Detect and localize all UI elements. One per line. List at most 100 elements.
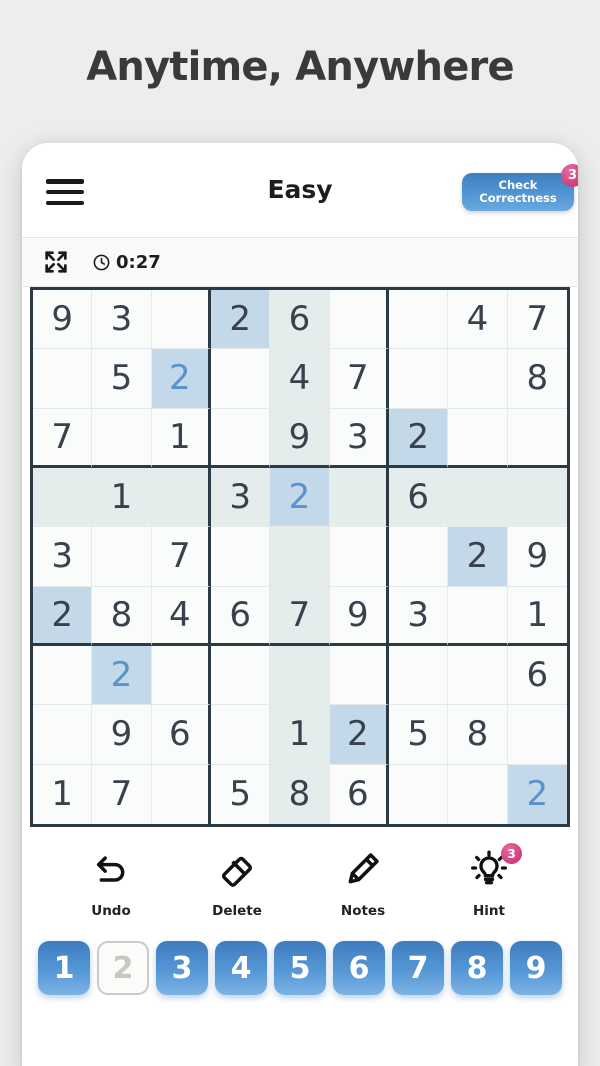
sudoku-cell[interactable]	[151, 764, 211, 824]
sudoku-cell[interactable]	[210, 527, 271, 587]
numpad-key-1[interactable]: 1	[38, 941, 90, 995]
sudoku-cell[interactable]: 1	[151, 408, 211, 468]
sudoku-cell[interactable]: 2	[151, 349, 211, 409]
sudoku-cell[interactable]: 5	[210, 764, 271, 824]
numpad-key-5[interactable]: 5	[274, 941, 326, 995]
numpad-key-2[interactable]: 2	[97, 941, 149, 995]
sudoku-cell[interactable]	[210, 705, 271, 765]
sudoku-cell[interactable]	[448, 586, 508, 646]
sudoku-cell[interactable]	[448, 764, 508, 824]
sudoku-cell[interactable]	[388, 527, 449, 587]
sudoku-cell[interactable]	[151, 290, 211, 350]
tool-delete-button[interactable]: Delete	[194, 849, 280, 919]
sudoku-cell[interactable]	[151, 645, 211, 706]
sudoku-cell[interactable]	[210, 645, 271, 706]
sudoku-cell[interactable]	[388, 645, 449, 706]
sudoku-cell[interactable]: 2	[270, 467, 330, 528]
sudoku-cell[interactable]	[448, 467, 508, 528]
sudoku-cell[interactable]	[388, 764, 449, 824]
tool-badge: 3	[501, 843, 522, 864]
sudoku-cell[interactable]: 3	[388, 586, 449, 646]
sudoku-cell[interactable]: 7	[270, 586, 330, 646]
sudoku-cell[interactable]: 8	[507, 349, 567, 409]
sudoku-cell[interactable]: 8	[92, 586, 152, 646]
sudoku-cell[interactable]	[448, 349, 508, 409]
numpad-key-7[interactable]: 7	[392, 941, 444, 995]
sudoku-cell[interactable]: 9	[329, 586, 389, 646]
sudoku-cell[interactable]: 2	[33, 586, 93, 646]
tool-undo-button[interactable]: Undo	[68, 849, 154, 919]
sudoku-cell[interactable]: 7	[507, 290, 567, 350]
numpad-key-9[interactable]: 9	[510, 941, 562, 995]
sudoku-cell[interactable]	[388, 290, 449, 350]
sudoku-cell[interactable]	[448, 408, 508, 468]
sudoku-cell[interactable]: 3	[33, 527, 93, 587]
sudoku-cell[interactable]: 7	[92, 764, 152, 824]
sudoku-cell[interactable]	[329, 527, 389, 587]
tool-hint-button[interactable]: Hint 3	[446, 843, 532, 919]
check-correctness-line1: Check	[498, 178, 538, 192]
sudoku-cell[interactable]: 4	[448, 290, 508, 350]
sudoku-cell[interactable]: 1	[270, 705, 330, 765]
sudoku-cell[interactable]	[329, 467, 389, 528]
sudoku-cell[interactable]	[507, 408, 567, 468]
sudoku-cell[interactable]: 8	[270, 764, 330, 824]
numpad-key-8[interactable]: 8	[451, 941, 503, 995]
numpad-key-6[interactable]: 6	[333, 941, 385, 995]
sudoku-cell[interactable]: 7	[33, 408, 93, 468]
sudoku-cell[interactable]	[33, 705, 93, 765]
sudoku-cell[interactable]	[270, 645, 330, 706]
sudoku-cell[interactable]: 1	[507, 586, 567, 646]
sudoku-cell[interactable]: 1	[33, 764, 93, 824]
tool-notes-button[interactable]: Notes	[320, 849, 406, 919]
sudoku-cell[interactable]	[92, 527, 152, 587]
sudoku-cell[interactable]	[151, 467, 211, 528]
sudoku-cell[interactable]: 5	[92, 349, 152, 409]
sudoku-cell[interactable]: 4	[151, 586, 211, 646]
sudoku-cell[interactable]: 4	[270, 349, 330, 409]
sudoku-cell[interactable]	[507, 705, 567, 765]
sudoku-cell[interactable]: 3	[92, 290, 152, 350]
check-correctness-button[interactable]: Check Correctness 3	[462, 164, 578, 211]
sudoku-cell[interactable]: 7	[151, 527, 211, 587]
sudoku-cell[interactable]	[270, 527, 330, 587]
sudoku-cell[interactable]	[33, 349, 93, 409]
sudoku-cell[interactable]: 3	[329, 408, 389, 468]
check-correctness-badge: 3	[561, 164, 578, 187]
sudoku-cell[interactable]: 9	[92, 705, 152, 765]
numpad-key-4[interactable]: 4	[215, 941, 267, 995]
sudoku-cell[interactable]	[388, 349, 449, 409]
sudoku-grid[interactable]: 9326475247871932132637292846793126961258…	[30, 287, 570, 827]
sudoku-cell[interactable]: 2	[329, 705, 389, 765]
sudoku-cell[interactable]	[448, 645, 508, 706]
sudoku-cell[interactable]	[329, 645, 389, 706]
numpad-key-3[interactable]: 3	[156, 941, 208, 995]
sudoku-cell[interactable]	[92, 408, 152, 468]
sudoku-cell[interactable]	[210, 349, 271, 409]
sudoku-cell[interactable]	[329, 290, 389, 350]
sudoku-cell[interactable]: 7	[329, 349, 389, 409]
sudoku-cell[interactable]: 9	[507, 527, 567, 587]
sudoku-cell[interactable]	[33, 645, 93, 706]
fullscreen-expand-icon[interactable]	[42, 248, 70, 276]
sudoku-cell[interactable]	[33, 467, 93, 528]
sudoku-cell[interactable]: 6	[151, 705, 211, 765]
sudoku-cell[interactable]: 2	[507, 764, 567, 824]
sudoku-cell[interactable]: 8	[448, 705, 508, 765]
sudoku-cell[interactable]: 9	[33, 290, 93, 350]
sudoku-cell[interactable]: 2	[92, 645, 152, 706]
sudoku-cell[interactable]: 6	[210, 586, 271, 646]
sudoku-cell[interactable]: 2	[388, 408, 449, 468]
sudoku-cell[interactable]: 6	[329, 764, 389, 824]
sudoku-cell[interactable]: 1	[92, 467, 152, 528]
sudoku-cell[interactable]: 3	[210, 467, 271, 528]
sudoku-cell[interactable]: 6	[388, 467, 449, 528]
sudoku-cell[interactable]: 6	[270, 290, 330, 350]
sudoku-cell[interactable]	[210, 408, 271, 468]
sudoku-cell[interactable]: 2	[448, 527, 508, 587]
sudoku-cell[interactable]	[507, 467, 567, 528]
sudoku-cell[interactable]: 9	[270, 408, 330, 468]
sudoku-cell[interactable]: 5	[388, 705, 449, 765]
sudoku-cell[interactable]: 6	[507, 645, 567, 706]
sudoku-cell[interactable]: 2	[210, 290, 271, 350]
